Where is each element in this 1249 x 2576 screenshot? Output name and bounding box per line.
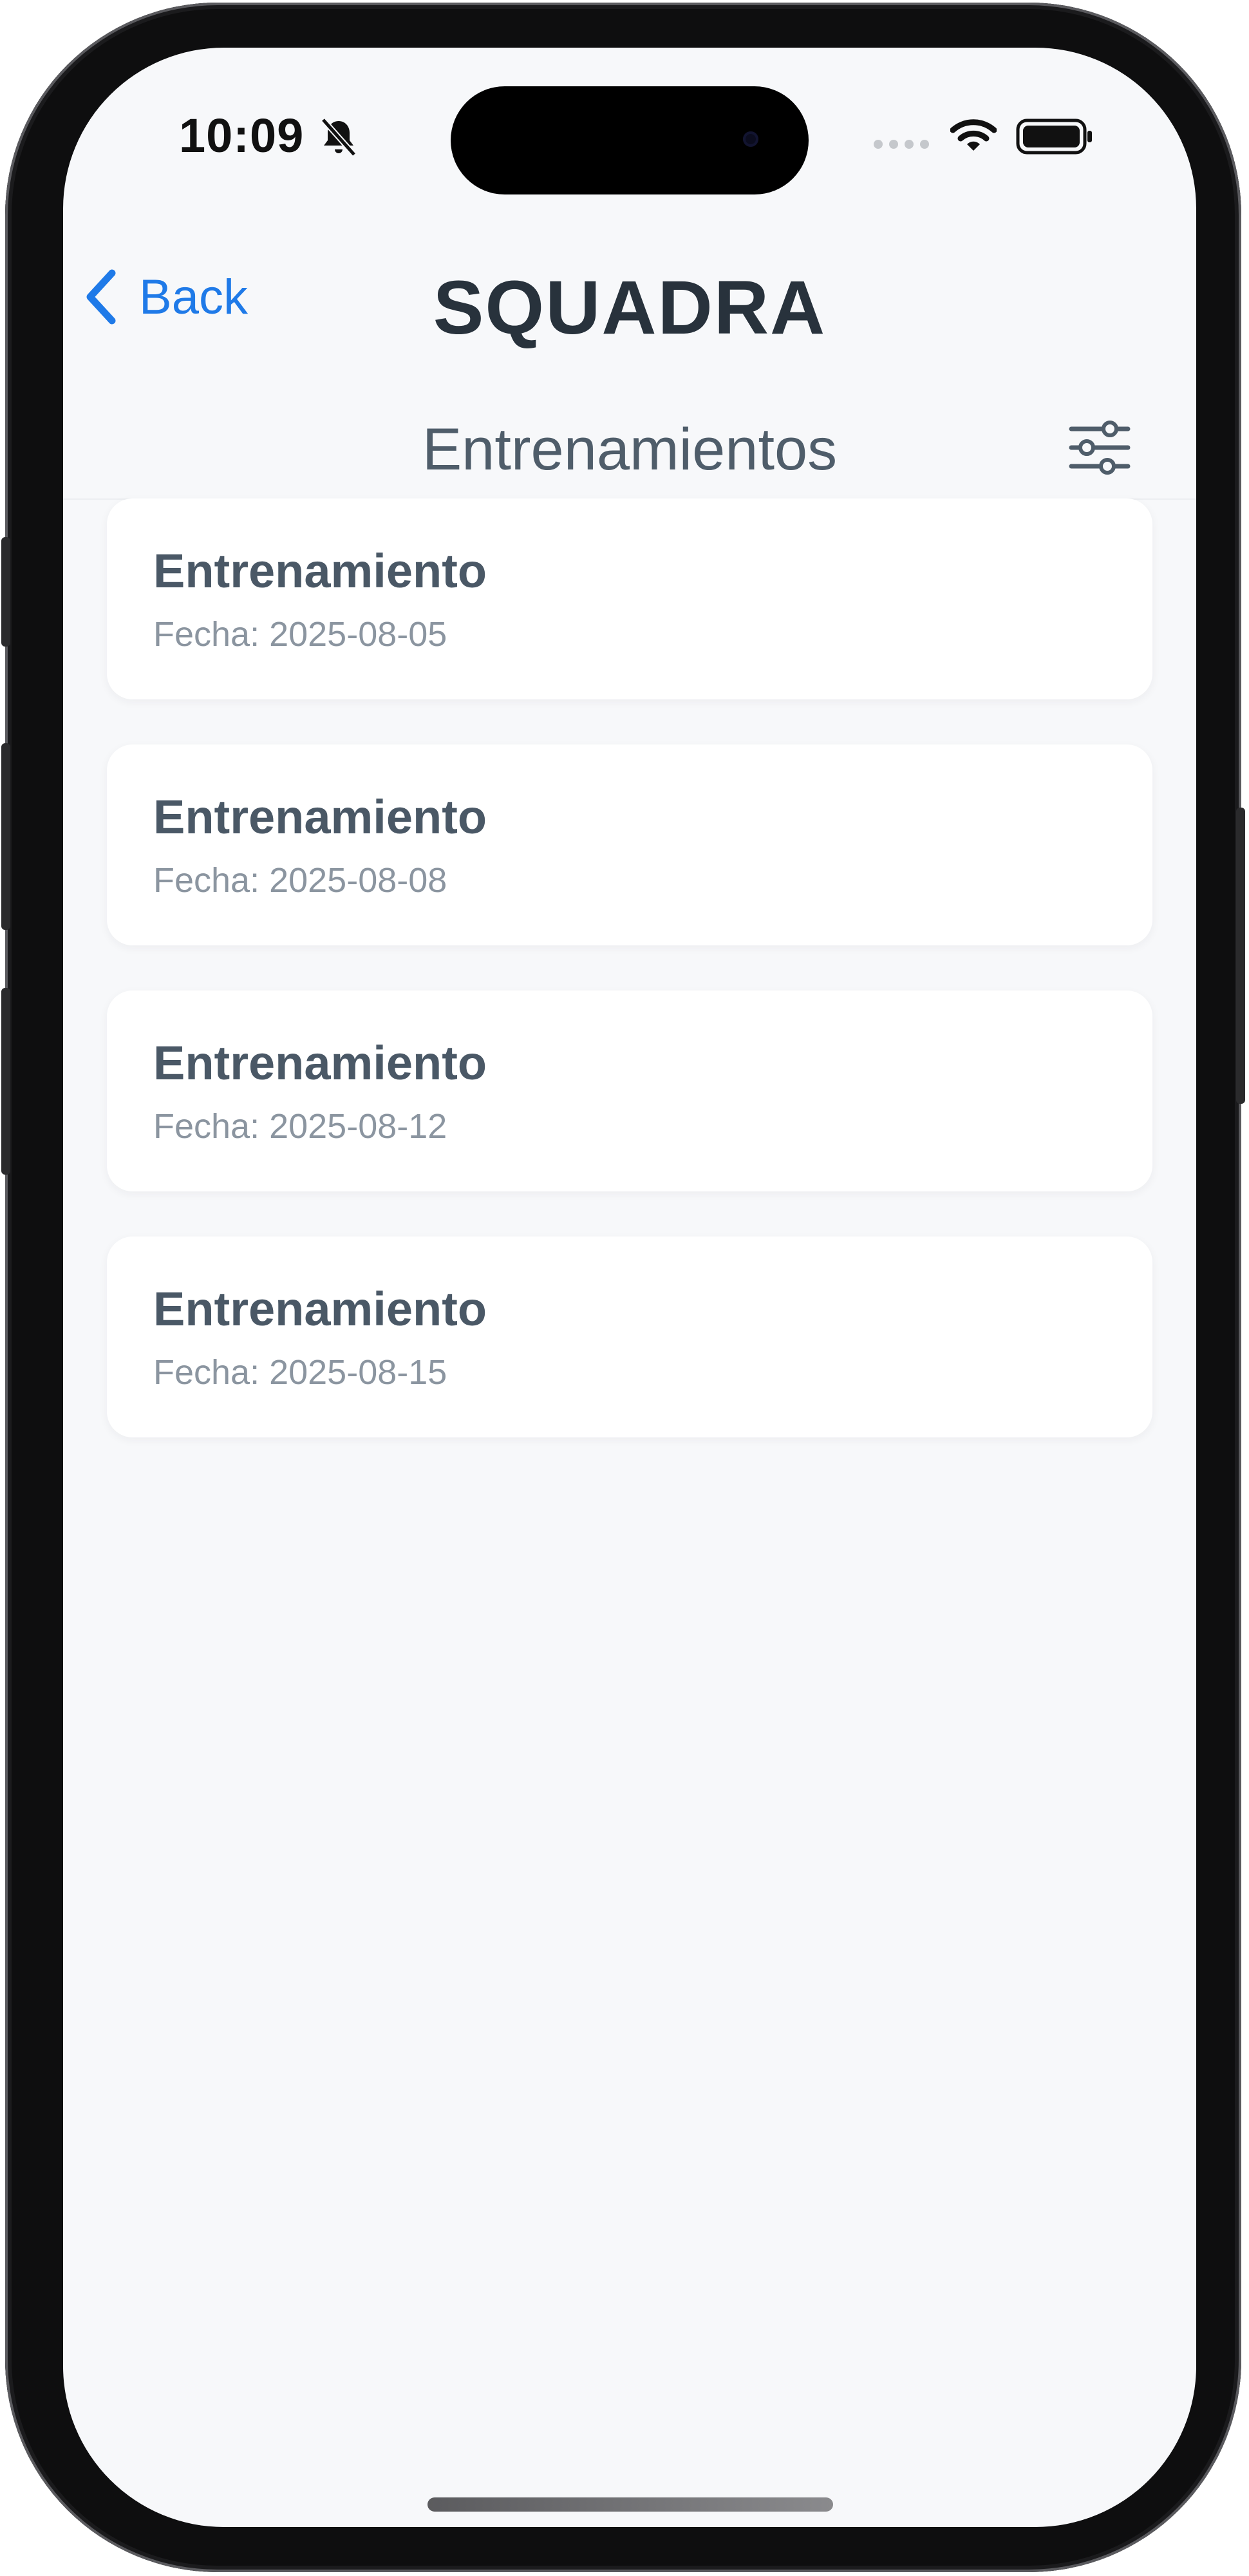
battery-icon <box>1016 118 1092 155</box>
power-button <box>1236 808 1245 1104</box>
volume-up-button <box>1 743 10 930</box>
signal-icon <box>874 140 929 149</box>
home-indicator[interactable] <box>427 2497 833 2512</box>
training-date: Fecha: 2025-08-05 <box>153 615 447 654</box>
training-date: Fecha: 2025-08-08 <box>153 861 447 900</box>
status-time: 10:09 <box>179 109 305 162</box>
training-title: Entrenamiento <box>153 790 487 844</box>
volume-down-button <box>1 988 10 1175</box>
sliders-icon[interactable] <box>1067 419 1132 477</box>
training-title: Entrenamiento <box>153 544 487 598</box>
section-header: Entrenamientos <box>63 370 1196 500</box>
app-title: SQUADRA <box>433 265 827 350</box>
training-title: Entrenamiento <box>153 1282 487 1336</box>
action-button <box>1 537 10 647</box>
training-date: Fecha: 2025-08-12 <box>153 1107 447 1146</box>
bell-slash-icon <box>321 118 357 156</box>
training-list: Entrenamiento Fecha: 2025-08-05 Entrenam… <box>107 498 1152 1482</box>
navigation-bar: Back SQUADRA <box>63 228 1196 357</box>
phone-frame: 10:09 Back SQUADRA Entrenamientos Entren… <box>1 3 1245 2572</box>
page-title: Entrenamientos <box>422 417 838 482</box>
training-date: Fecha: 2025-08-15 <box>153 1353 447 1392</box>
wifi-icon <box>950 119 997 151</box>
training-card[interactable]: Entrenamiento Fecha: 2025-08-12 <box>107 990 1152 1191</box>
training-card[interactable]: Entrenamiento Fecha: 2025-08-05 <box>107 498 1152 699</box>
app-screen: 10:09 Back SQUADRA Entrenamientos Entren… <box>63 48 1196 2527</box>
training-card[interactable]: Entrenamiento Fecha: 2025-08-08 <box>107 744 1152 945</box>
training-title: Entrenamiento <box>153 1036 487 1090</box>
training-card[interactable]: Entrenamiento Fecha: 2025-08-15 <box>107 1236 1152 1437</box>
status-bar: 10:09 <box>63 48 1196 202</box>
